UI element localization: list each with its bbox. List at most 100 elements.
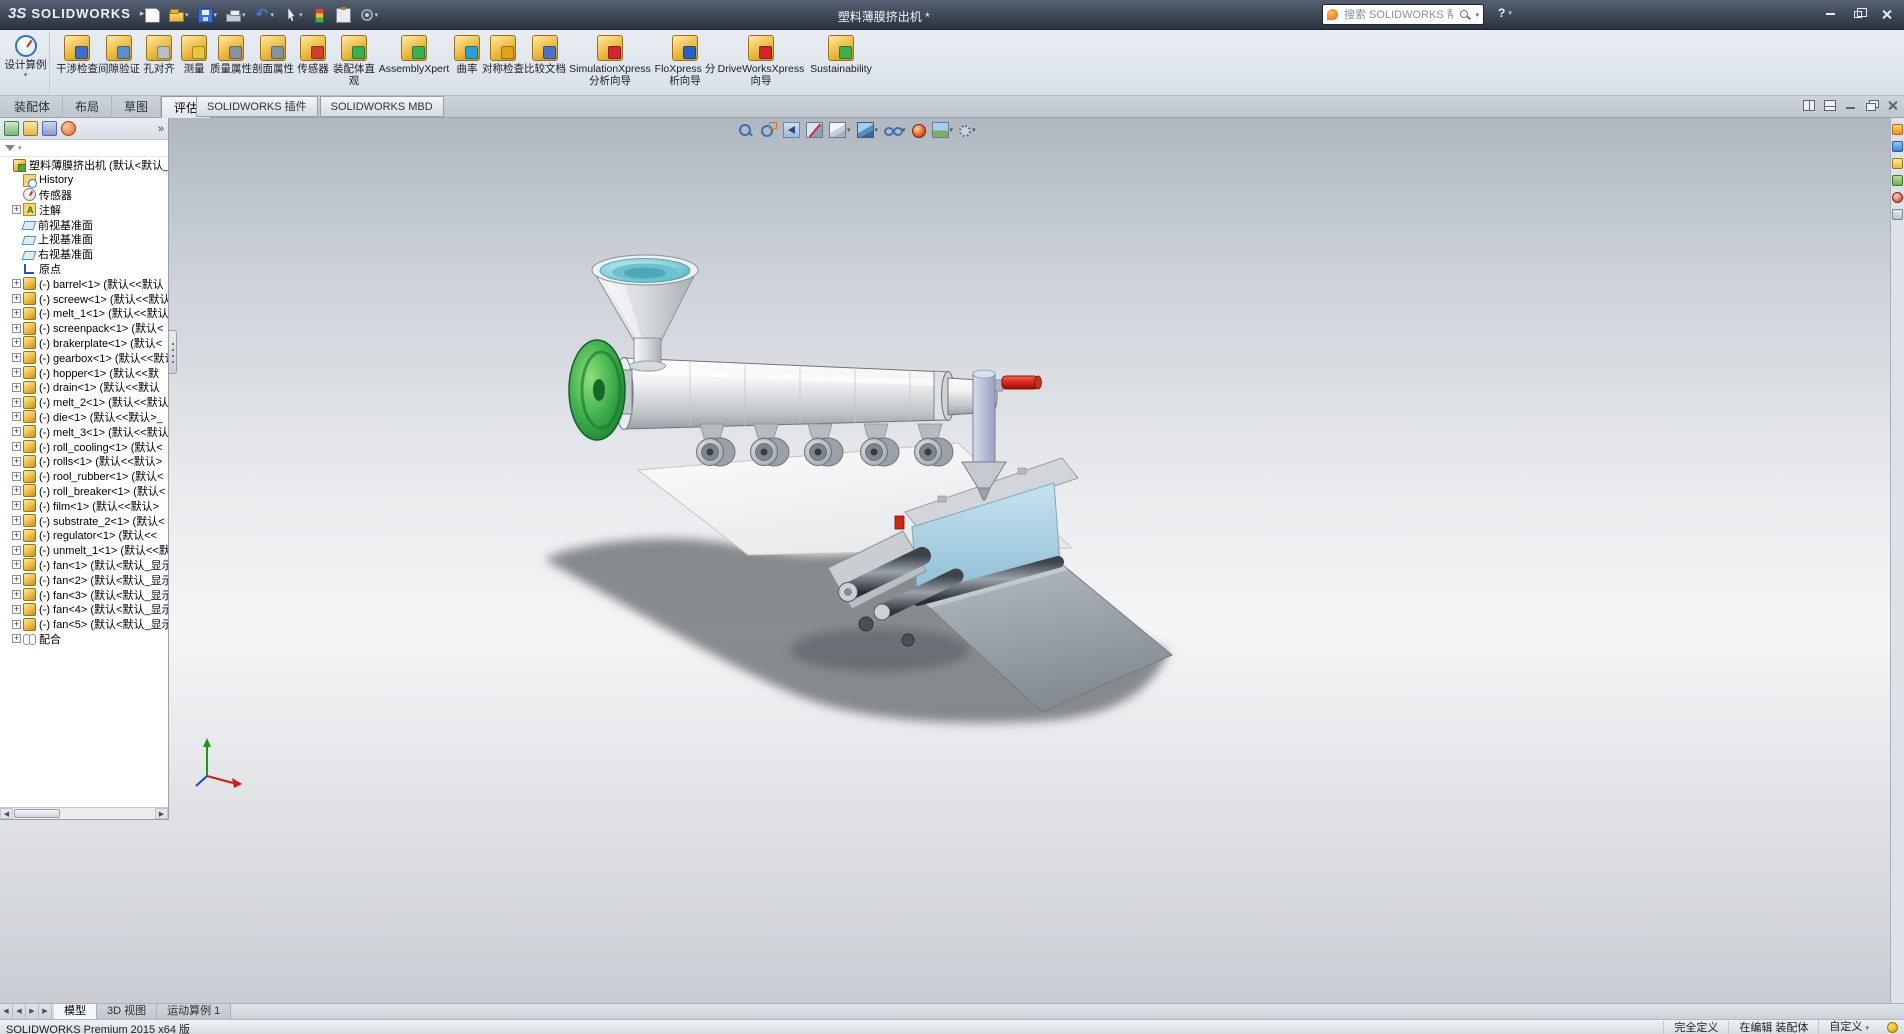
tree-item-origin[interactable]: 原点 — [0, 262, 168, 277]
print-button[interactable]: ▾ — [223, 4, 249, 26]
tree-item-fan-3[interactable]: + (-) fan<3> (默认<默认_显示 — [0, 587, 168, 602]
expander-icon[interactable]: + — [12, 486, 21, 495]
tree-item-fan-4[interactable]: + (-) fan<4> (默认<默认_显示 — [0, 602, 168, 617]
undo-button[interactable]: ▾ — [252, 4, 278, 26]
dropdown-caret-icon[interactable]: ▾ — [950, 126, 954, 134]
options-button[interactable]: ▾ — [357, 4, 382, 26]
tab-assembly[interactable]: 装配体 — [2, 96, 63, 118]
assemblyxpert-button[interactable]: AssemblyXpert — [376, 32, 452, 94]
dropdown-caret-icon[interactable]: ▾ — [185, 11, 189, 19]
interference-detection-button[interactable]: 干涉检查 — [56, 32, 98, 94]
tree-item-right-plane[interactable]: 右视基准面 — [0, 247, 168, 262]
tree-root-assembly[interactable]: 塑料薄膜挤出机 (默认<默认_显 — [0, 158, 168, 173]
displaymanager-tab[interactable] — [61, 121, 76, 136]
tree-item-hopper[interactable]: + (-) hopper<1> (默认<<默 — [0, 365, 168, 380]
hud-button[interactable]: ▾ — [857, 122, 879, 138]
expander-icon[interactable]: + — [12, 546, 21, 555]
view-palette-icon[interactable] — [1892, 175, 1903, 186]
tree-item-screew[interactable]: + (-) screew<1> (默认<<默认 — [0, 291, 168, 306]
tree-item-top-plane[interactable]: 上视基准面 — [0, 232, 168, 247]
document-restore-icon[interactable] — [1866, 100, 1878, 111]
expander-icon[interactable]: + — [12, 575, 21, 584]
hud-button[interactable] — [806, 122, 823, 138]
tree-item-rolls[interactable]: + (-) rolls<1> (默认<<默认> — [0, 454, 168, 469]
featuremanager-tab[interactable] — [4, 121, 19, 136]
expander-icon[interactable]: + — [12, 398, 21, 407]
design-library-icon[interactable] — [1892, 141, 1903, 152]
hole-alignment-button[interactable]: 孔对齐 — [140, 32, 178, 94]
tree-item-roll-cooling[interactable]: + (-) roll_cooling<1> (默认< — [0, 439, 168, 454]
open-button[interactable]: ▾ — [166, 4, 192, 26]
mass-properties-button[interactable]: 质量属性 — [210, 32, 252, 94]
dropdown-caret-icon[interactable]: ▾ — [299, 11, 303, 19]
expander-icon[interactable]: + — [12, 605, 21, 614]
tree-item-unmelt-1[interactable]: + (-) unmelt_1<1> (默认<<默 — [0, 543, 168, 558]
expander-icon[interactable]: + — [12, 324, 21, 333]
expander-icon[interactable]: + — [12, 368, 21, 377]
close-button[interactable] — [1872, 4, 1900, 24]
document-close-icon[interactable] — [1887, 100, 1899, 111]
appearances-icon[interactable] — [1892, 192, 1903, 203]
expander-icon[interactable]: + — [12, 501, 21, 510]
document-minimize-icon[interactable] — [1845, 100, 1857, 111]
tree-item-roll-breaker[interactable]: + (-) roll_breaker<1> (默认< — [0, 484, 168, 499]
tab-3d-views[interactable]: 3D 视图 — [97, 1004, 157, 1020]
tab-motion-study[interactable]: 运动算例 1 — [157, 1004, 231, 1020]
last-tab-button[interactable]: ▶ — [39, 1004, 52, 1019]
quick-tips-icon[interactable] — [1887, 1022, 1898, 1033]
clearance-verification-button[interactable]: 间隙验证 — [98, 32, 140, 94]
tree-item-melt-3[interactable]: + (-) melt_3<1> (默认<<默认 — [0, 424, 168, 439]
select-button[interactable]: ▾ — [280, 4, 306, 26]
tree-item-fan-2[interactable]: + (-) fan<2> (默认<默认_显示 — [0, 572, 168, 587]
file-properties-button[interactable] — [333, 4, 354, 26]
hud-button[interactable] — [737, 122, 754, 138]
assembly-visualization-button[interactable]: 装配体直观 — [332, 32, 376, 94]
propertymanager-tab[interactable] — [23, 121, 38, 136]
expander-icon[interactable] — [12, 235, 21, 244]
viewport-split-icon[interactable] — [1803, 100, 1815, 111]
expander-icon[interactable] — [12, 250, 21, 259]
floxpress-button[interactable]: FloXpress 分析向导 — [654, 32, 716, 94]
model-plastic-film-extruder[interactable] — [0, 118, 1890, 1003]
compare-documents-button[interactable]: 比较文档 — [524, 32, 566, 94]
tab-solidworks-addins[interactable]: SOLIDWORKS 插件 — [196, 96, 318, 117]
hud-button[interactable] — [783, 122, 800, 138]
solidworks-resources-icon[interactable] — [1892, 124, 1903, 135]
tab-sketch[interactable]: 草图 — [112, 96, 161, 118]
expander-icon[interactable]: + — [12, 427, 21, 436]
hud-button[interactable]: ▾ — [829, 122, 851, 138]
tree-item-melt-1[interactable]: + (-) melt_1<1> (默认<<默认 — [0, 306, 168, 321]
dropdown-caret-icon[interactable]: ▾ — [972, 126, 976, 134]
expander-icon[interactable]: + — [12, 205, 21, 214]
expander-icon[interactable]: + — [12, 457, 21, 466]
expander-icon[interactable]: + — [12, 531, 21, 540]
tab-layout[interactable]: 布局 — [63, 96, 112, 118]
tree-item-substrate-2[interactable]: + (-) substrate_2<1> (默认< — [0, 513, 168, 528]
hud-button[interactable] — [912, 123, 926, 138]
filter-funnel-icon[interactable] — [5, 145, 15, 151]
status-customize[interactable]: 自定义 ▾ — [1818, 1020, 1879, 1034]
expander-icon[interactable]: + — [12, 442, 21, 451]
tree-item-rool-rubber[interactable]: + (-) rool_rubber<1> (默认< — [0, 469, 168, 484]
expander-icon[interactable]: + — [12, 383, 21, 392]
tree-horizontal-scrollbar[interactable]: ◀ ▶ — [0, 807, 168, 819]
symmetry-check-button[interactable]: 对称检查 — [482, 32, 524, 94]
first-tab-button[interactable]: ◀ — [0, 1004, 13, 1019]
panel-expand-chevron-icon[interactable]: » — [158, 123, 164, 135]
expander-icon[interactable]: + — [12, 309, 21, 318]
curvature-button[interactable]: 曲率 — [452, 32, 482, 94]
expander-icon[interactable] — [12, 190, 21, 199]
measure-button[interactable]: 测量 — [178, 32, 210, 94]
tree-item-mates[interactable]: + 配合 — [0, 632, 168, 647]
tree-item-sensors[interactable]: 传感器 — [0, 188, 168, 203]
tree-item-drain[interactable]: + (-) drain<1> (默认<<默认 — [0, 380, 168, 395]
tree-item-fan-5[interactable]: + (-) fan<5> (默认<默认_显示 — [0, 617, 168, 632]
search-options-caret-icon[interactable]: ▾ — [1475, 11, 1479, 19]
scrollbar-thumb[interactable] — [14, 809, 60, 818]
expander-icon[interactable]: + — [12, 338, 21, 347]
dropdown-caret-icon[interactable]: ▾ — [214, 11, 218, 19]
dropdown-caret-icon[interactable]: ▾ — [375, 11, 379, 19]
tree-item-gearbox[interactable]: + (-) gearbox<1> (默认<<默认 — [0, 350, 168, 365]
section-properties-button[interactable]: 剖面属性 — [252, 32, 294, 94]
tree-item-brakerplate[interactable]: + (-) brakerplate<1> (默认< — [0, 336, 168, 351]
